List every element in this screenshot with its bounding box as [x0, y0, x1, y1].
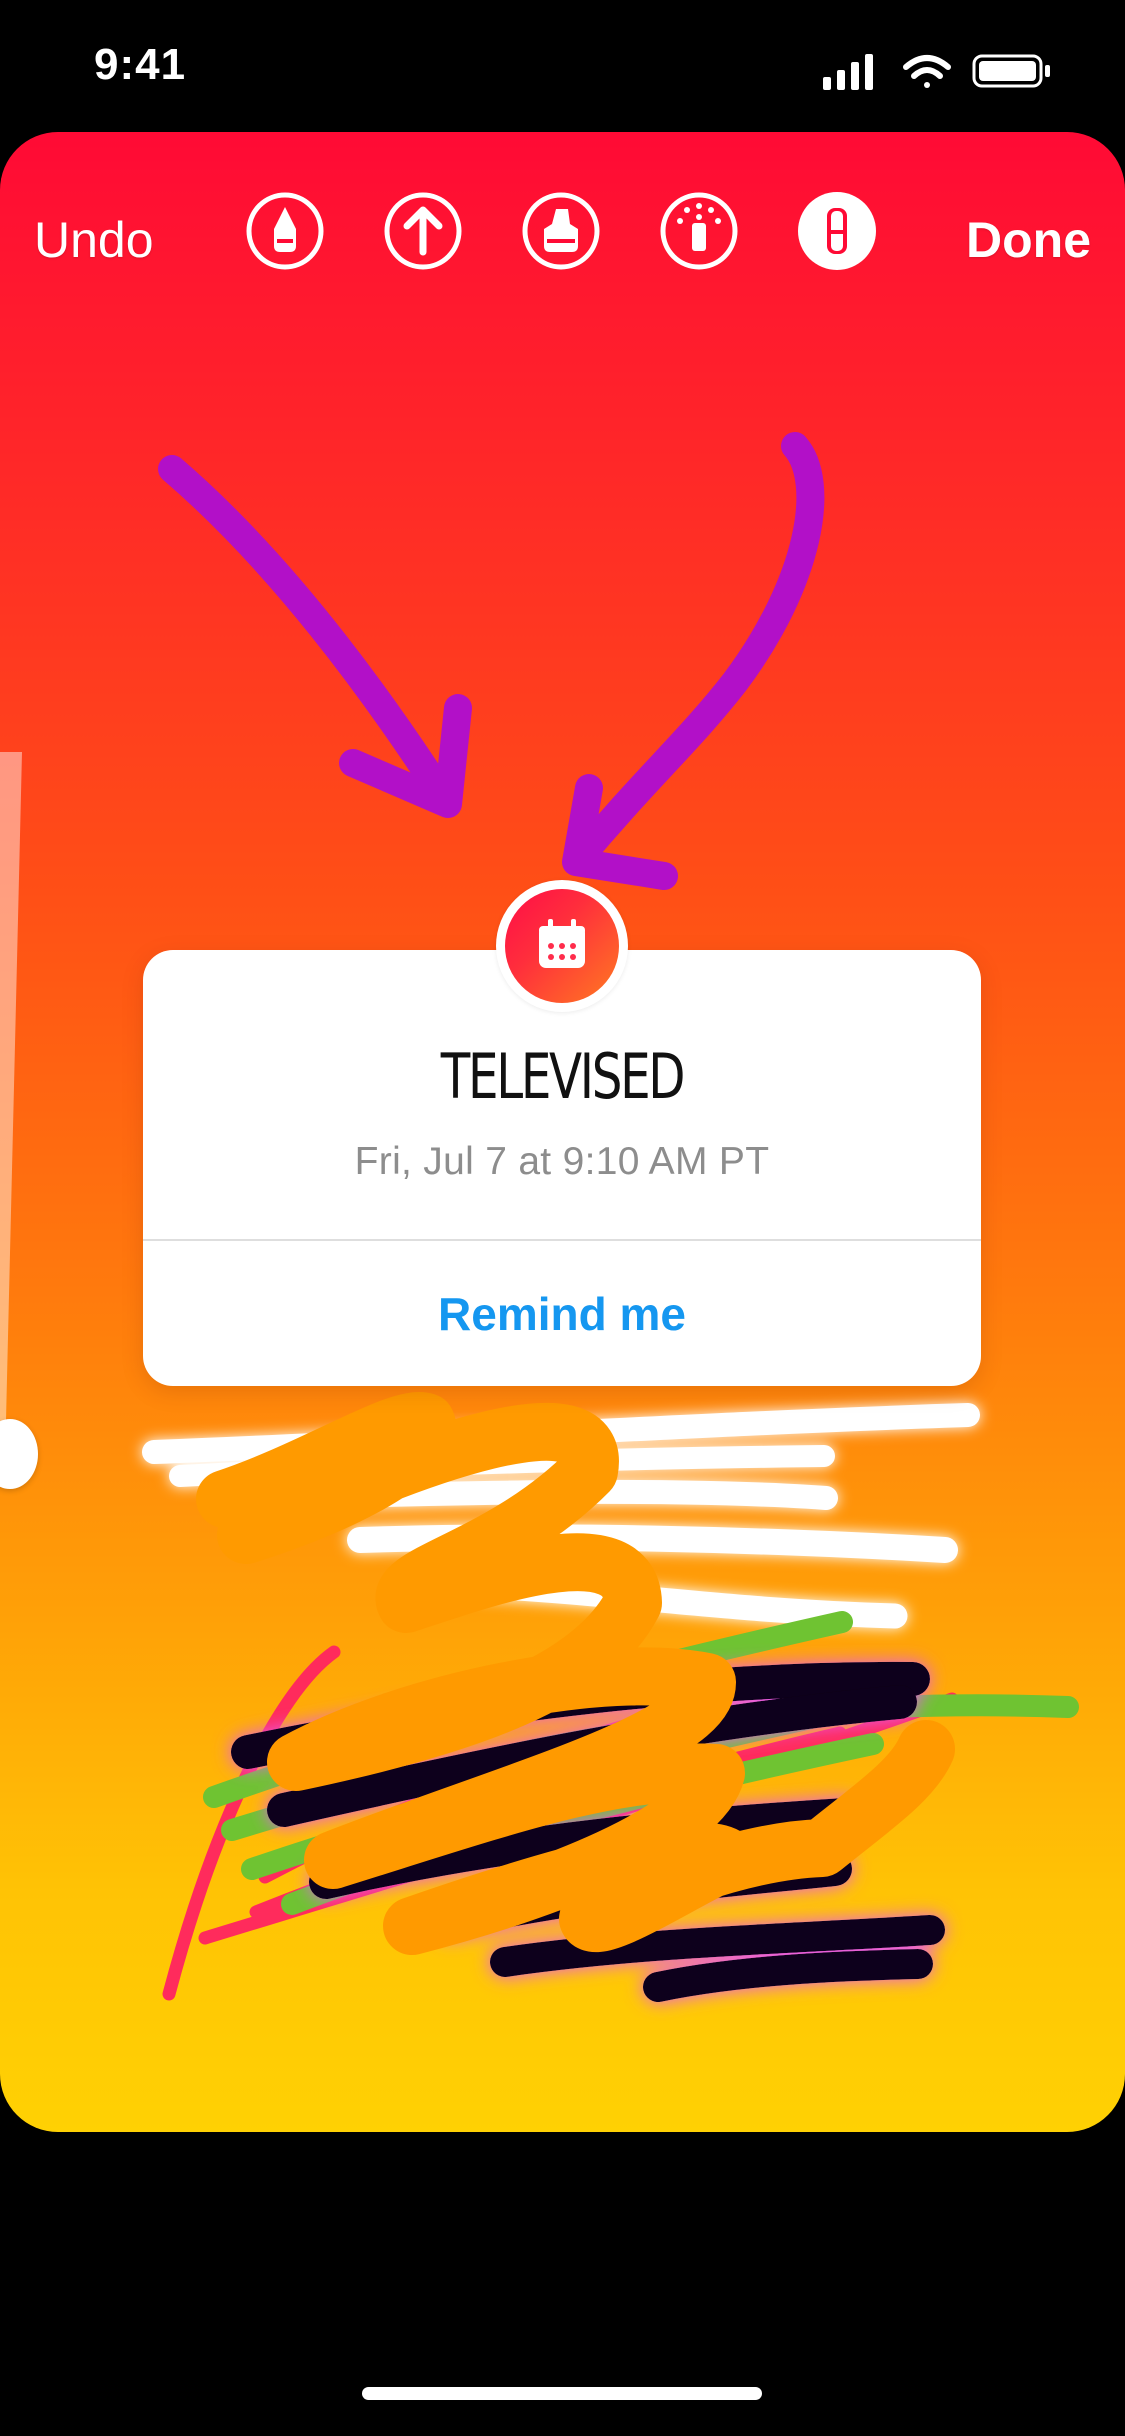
remind-me-button[interactable]: Remind me: [143, 1242, 981, 1386]
glow-pen-icon[interactable]: [658, 190, 740, 272]
undo-button[interactable]: Undo: [34, 210, 154, 270]
drawing-toolbar: Undo Done: [0, 182, 1125, 312]
home-indicator[interactable]: [362, 2387, 762, 2400]
highlighter-pen-icon[interactable]: [520, 190, 602, 272]
battery-icon: [972, 54, 1050, 88]
wifi-icon: [903, 55, 951, 88]
done-button[interactable]: Done: [966, 210, 1091, 270]
purple-arrow-right: [562, 432, 825, 890]
countdown-date-time: Fri, Jul 7 at 9:10 AM PT: [354, 1140, 770, 1183]
story-canvas[interactable]: Undo Done TELEVISED Fri, Jul 7 at 9:10 A…: [0, 132, 1125, 2132]
purple-arrow-left: [158, 455, 472, 818]
countdown-title: TELEVISED: [440, 1040, 686, 1113]
marker-pen-icon[interactable]: [244, 190, 326, 272]
status-time: 9:41: [94, 40, 187, 89]
card-divider: [143, 1239, 981, 1241]
eraser-icon[interactable]: [796, 190, 878, 272]
status-bar: 9:41: [0, 0, 1125, 132]
status-icons: [823, 52, 1063, 92]
arrow-pen-icon[interactable]: [382, 190, 464, 272]
cellular-signal-icon: [823, 54, 873, 90]
calendar-icon: [505, 889, 619, 1003]
countdown-icon-badge: [496, 880, 628, 1012]
countdown-sticker[interactable]: TELEVISED Fri, Jul 7 at 9:10 AM PT Remin…: [143, 880, 981, 1386]
